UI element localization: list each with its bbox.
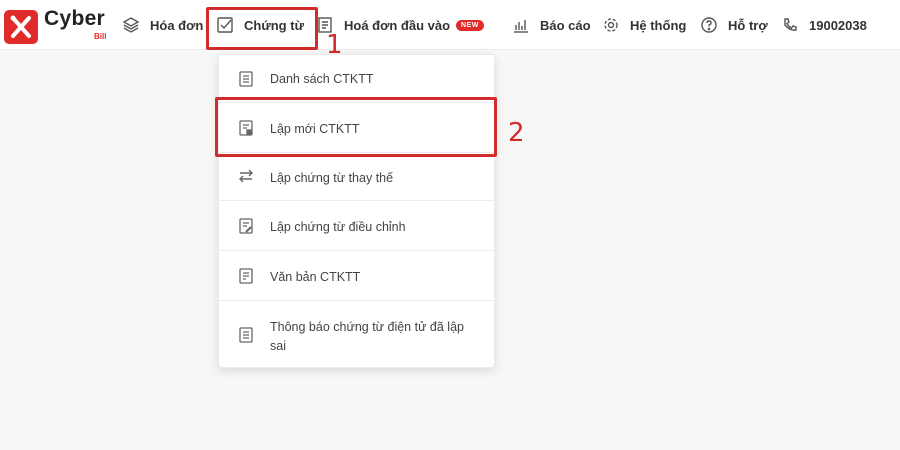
step-2-label: 2 bbox=[508, 118, 525, 148]
menu-item-danh-sach-ctktt[interactable]: Danh sách CTKTT bbox=[219, 55, 496, 103]
hotline-number: 19002038 bbox=[809, 17, 867, 33]
swap-arrows-icon bbox=[239, 169, 253, 183]
menu-item-label: Lập chứng từ thay thế bbox=[270, 171, 394, 185]
bar-chart-icon bbox=[514, 20, 528, 33]
layers-icon bbox=[122, 17, 140, 33]
new-badge: NEW bbox=[456, 19, 484, 31]
top-navbar: Cyber Bill Hóa đơn Chứng từ Hoá đơn đầu … bbox=[0, 0, 900, 50]
gear-icon bbox=[604, 18, 618, 32]
cyberbill-logo[interactable]: Cyber Bill bbox=[4, 7, 114, 44]
document-new-icon bbox=[239, 120, 253, 136]
nav-ho-tro[interactable]: Hỗ trợ bbox=[700, 12, 768, 38]
document-notice-icon bbox=[239, 327, 253, 343]
menu-item-thong-bao-chung-tu-sai[interactable]: Thông báo chứng từ điện tử đã lập sai bbox=[219, 301, 496, 369]
chung-tu-dropdown: Danh sách CTKTT Lập mới CTKTT Lập chứng … bbox=[218, 54, 496, 369]
help-icon bbox=[701, 17, 717, 33]
document-text-icon bbox=[239, 268, 253, 284]
menu-item-lap-chung-tu-thay-the[interactable]: Lập chứng từ thay thế bbox=[219, 153, 496, 201]
nav-hoa-don-dau-vao-label: Hoá đơn đầu vào bbox=[344, 17, 451, 33]
nav-chung-tu[interactable]: Chứng từ bbox=[216, 12, 304, 38]
nav-bao-cao-label: Báo cáo bbox=[540, 17, 591, 33]
menu-item-label: Lập chứng từ điều chỉnh bbox=[270, 220, 406, 234]
nav-hoa-don-label: Hóa đơn bbox=[150, 17, 204, 33]
nav-chung-tu-label: Chứng từ bbox=[244, 17, 304, 33]
nav-hoa-don[interactable]: Hóa đơn bbox=[122, 12, 203, 38]
menu-item-van-ban-ctktt[interactable]: Văn bản CTKTT bbox=[219, 251, 496, 301]
checkbox-icon bbox=[217, 17, 233, 33]
phone-icon bbox=[784, 18, 797, 31]
menu-item-label: Thông báo chứng từ điện tử đã lập sai bbox=[270, 320, 464, 353]
nav-hotline[interactable]: 19002038 bbox=[781, 12, 867, 38]
document-list-icon bbox=[239, 71, 253, 87]
nav-he-thong[interactable]: Hệ thống bbox=[602, 12, 686, 38]
logo-brand-text: Cyber bbox=[44, 7, 106, 30]
menu-item-label: Lập mới CTKTT bbox=[270, 122, 360, 136]
menu-item-label: Văn bản CTKTT bbox=[270, 270, 361, 284]
logo-mark-icon bbox=[4, 10, 38, 44]
menu-item-label: Danh sách CTKTT bbox=[270, 72, 374, 86]
nav-he-thong-label: Hệ thống bbox=[630, 17, 687, 33]
document-edit-icon bbox=[239, 218, 253, 234]
logo-sub-text: Bill bbox=[94, 32, 107, 41]
nav-ho-tro-label: Hỗ trợ bbox=[728, 17, 768, 33]
menu-item-lap-moi-ctktt[interactable]: Lập mới CTKTT bbox=[219, 103, 496, 153]
nav-bao-cao[interactable]: Báo cáo bbox=[512, 12, 591, 38]
menu-item-lap-chung-tu-dieu-chinh[interactable]: Lập chứng từ điều chỉnh bbox=[219, 201, 496, 251]
